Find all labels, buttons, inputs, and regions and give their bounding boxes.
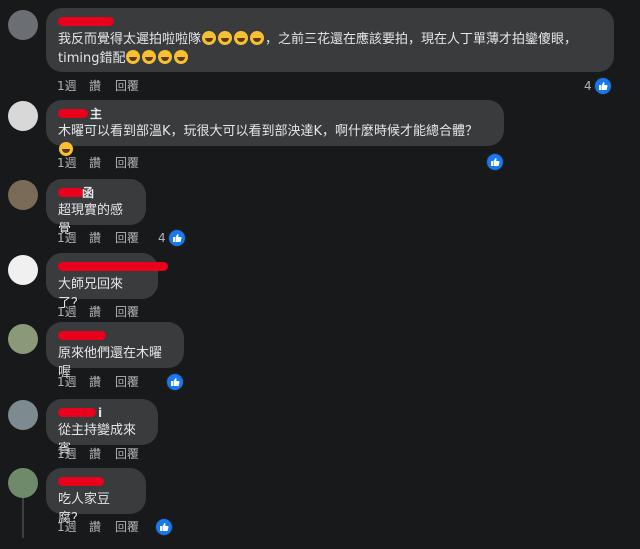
reply-button[interactable]: 回覆 [115,304,139,320]
emoji-icon [59,142,73,156]
emoji-icon [158,50,173,64]
comment-bubble: 原來他們還在木曜喔 [46,322,184,380]
timestamp-link[interactable]: 1週 [57,155,77,171]
comment-bubble: 函 超現實的感覺 [46,179,146,237]
reply-button[interactable]: 回覆 [115,78,139,94]
commenter-avatar[interactable] [8,101,38,131]
reaction-summary[interactable] [166,373,184,391]
reaction-count: 4 [158,231,166,245]
comment-bubble: 吃人家豆腐？ [46,468,146,526]
name-redaction [58,331,106,340]
timestamp-link[interactable]: 1週 [57,374,77,390]
like-button[interactable]: 讚 [89,155,101,171]
emoji-icon [234,31,249,45]
timestamp-link[interactable]: 1週 [57,230,77,246]
name-redaction [58,188,84,197]
comment-bubble: i 從主持變成來賓 [46,399,158,457]
comment-bubble: 大師兄回來了？ [46,253,168,311]
reaction-summary[interactable]: 4 [584,77,612,95]
commenter-avatar[interactable] [8,400,38,430]
thumbs-up-icon [167,229,186,247]
emoji-icon [218,31,233,45]
timestamp-link[interactable]: 1週 [57,519,77,535]
emoji-icon [250,31,265,45]
comment-actions: 1週 讚 回覆 [57,446,177,462]
commenter-name[interactable] [58,329,172,344]
name-redaction [58,109,88,118]
reaction-count: 4 [584,79,592,93]
like-button[interactable]: 讚 [89,519,101,535]
comment-actions: 1週 讚 回覆 [57,374,177,390]
comment-text: 我反而覺得太遲拍啦啦隊 ，之前三花還在應該要拍，現在人丁單薄才拍鑾傻眼， timi… [58,31,578,66]
reply-button[interactable]: 回覆 [115,230,139,246]
comment-bubble: 我反而覺得太遲拍啦啦隊 ，之前三花還在應該要拍，現在人丁單薄才拍鑾傻眼， timi… [46,8,614,72]
comment-actions: 1週 讚 回覆 [57,155,177,171]
thumbs-up-icon [593,77,612,95]
name-redaction [58,262,168,271]
like-button[interactable]: 讚 [89,78,101,94]
like-button[interactable]: 讚 [89,446,101,462]
commenter-avatar[interactable] [8,10,38,40]
thumbs-up-icon [155,518,173,536]
reply-button[interactable]: 回覆 [115,374,139,390]
reply-button[interactable]: 回覆 [115,519,139,535]
reaction-summary[interactable]: 4 [158,229,186,247]
thumbs-up-icon [486,153,504,171]
like-button[interactable]: 讚 [89,230,101,246]
timestamp-link[interactable]: 1週 [57,78,77,94]
reply-button[interactable]: 回覆 [115,446,139,462]
comment-bubble: 主 木曜可以看到部溫K，玩很大可以看到部泱達K，啊什麼時候才能總合體？ [46,100,504,156]
comment-actions: 1週 讚 回覆 [57,78,177,94]
commenter-name[interactable] [58,475,134,490]
comment-actions: 1週 讚 回覆 [57,304,177,320]
thumbs-up-icon [166,373,184,391]
commenter-avatar[interactable] [8,180,38,210]
emoji-icon [126,50,141,64]
like-button[interactable]: 讚 [89,304,101,320]
reply-button[interactable]: 回覆 [115,155,139,171]
commenter-name[interactable]: 主 [58,107,492,122]
reaction-summary[interactable] [155,518,173,536]
commenter-name[interactable] [58,15,602,30]
timestamp-link[interactable]: 1週 [57,304,77,320]
timestamp-link[interactable]: 1週 [57,446,77,462]
name-redaction [58,477,104,486]
emoji-icon [202,31,217,45]
commenter-name[interactable]: i [58,406,146,421]
reaction-summary[interactable] [486,153,504,171]
name-redaction [58,17,114,26]
like-button[interactable]: 讚 [89,374,101,390]
commenter-avatar[interactable] [8,255,38,285]
name-redaction [58,408,96,417]
commenter-name[interactable] [58,260,168,275]
emoji-icon [174,50,189,64]
emoji-icon [142,50,157,64]
commenter-avatar[interactable] [8,324,38,354]
commenter-name[interactable]: 函 [58,186,134,201]
commenter-avatar[interactable] [8,468,38,498]
